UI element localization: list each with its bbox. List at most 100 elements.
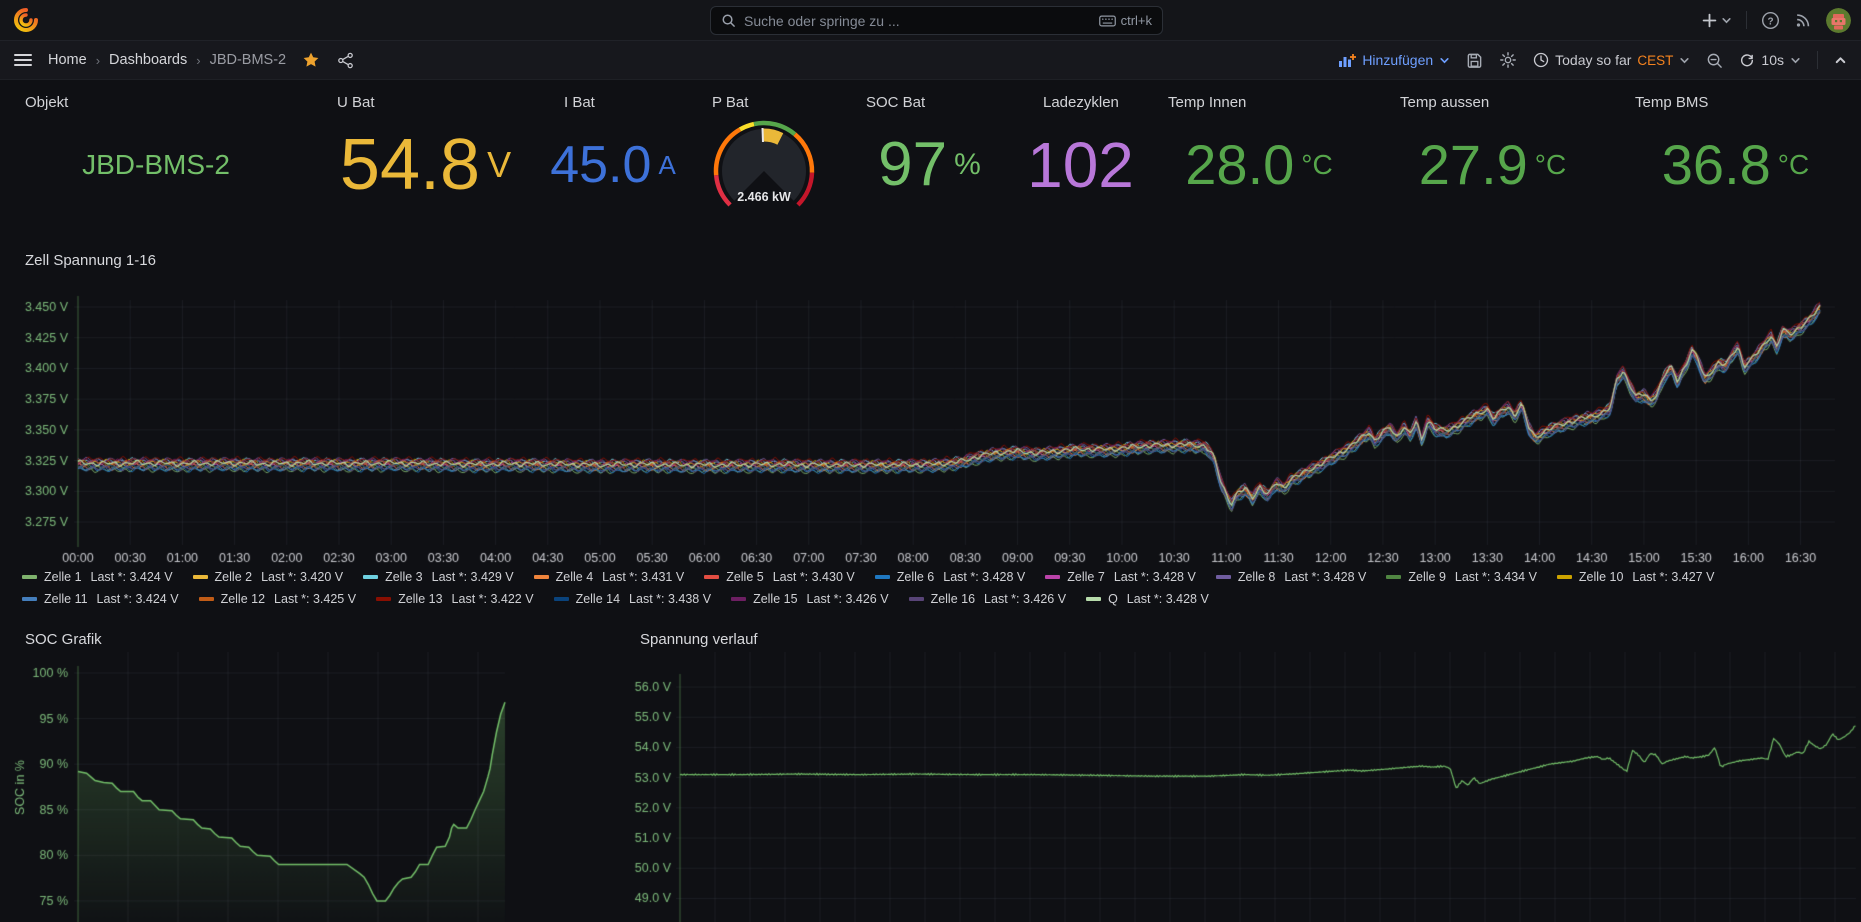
stats-row: Objekt JBD-BMS-2 U Bat 54.8V I Bat 45.0A… (0, 81, 1861, 209)
legend-item[interactable]: QLast *: 3.428 V (1086, 592, 1209, 606)
panel-title[interactable]: SOC Bat (866, 94, 925, 111)
save-dashboard-button[interactable] (1466, 52, 1483, 69)
legend-series-name: Zelle 11 (44, 592, 88, 606)
legend-swatch (554, 597, 569, 601)
gauge-value: 2.466 kW (737, 190, 791, 204)
gear-icon (1499, 51, 1517, 69)
breadcrumb-home[interactable]: Home (48, 52, 87, 68)
zoom-out-button[interactable] (1706, 52, 1723, 69)
legend-item[interactable]: Zelle 13Last *: 3.422 V (376, 592, 534, 606)
panel-title[interactable]: P Bat (712, 94, 748, 111)
legend-last-value: Last *: 3.426 V (984, 592, 1066, 606)
panel-title[interactable]: Temp aussen (1400, 94, 1489, 111)
top-nav-bar: Suche oder springe zu ... ctrl+k (0, 0, 1861, 41)
panel-title[interactable]: Temp BMS (1635, 94, 1708, 111)
legend-item[interactable]: Zelle 4Last *: 3.431 V (534, 570, 685, 584)
news-button[interactable] (1794, 11, 1812, 29)
stat-value: 97% (841, 127, 1018, 203)
legend-row: Zelle 11Last *: 3.424 V Zelle 12Last *: 3… (22, 588, 1852, 610)
panel-title-zell-spannung[interactable]: Zell Spannung 1-16 (25, 252, 156, 269)
legend-item[interactable]: Zelle 16 Last *: 3.426 V (909, 592, 1067, 606)
new-button[interactable] (1702, 13, 1732, 28)
panel-title[interactable]: Ladezyklen (1043, 94, 1119, 111)
stat-panel-i-bat: I Bat 45.0A (539, 81, 687, 209)
refresh-icon (1739, 52, 1755, 68)
user-avatar[interactable] (1826, 8, 1851, 33)
legend-swatch (363, 575, 378, 579)
legend-series-name: Zelle 1 (44, 570, 82, 584)
stat-value: 27.9°C (1375, 127, 1610, 203)
panel-title[interactable]: Objekt (25, 94, 68, 111)
legend-item[interactable]: Zelle 15Last *: 3.426 V (731, 592, 889, 606)
legend-last-value: Last *: 3.428 V (943, 570, 1025, 584)
legend-series-name: Q (1108, 592, 1118, 606)
legend-item[interactable]: Zelle 9Last *: 3.434 V (1386, 570, 1537, 584)
legend-series-name: Zelle 16 (931, 592, 975, 606)
dashboard-toolbar: Home › Dashboards › JBD-BMS-2 (0, 41, 1861, 80)
question-circle-icon: ? (1761, 11, 1780, 30)
chevron-up-icon (1834, 54, 1847, 67)
legend-series-name: Zelle 9 (1408, 570, 1446, 584)
save-icon (1466, 52, 1483, 69)
legend-swatch (1386, 575, 1401, 579)
legend-swatch (704, 575, 719, 579)
legend-last-value: Last *: 3.428 V (1114, 570, 1196, 584)
refresh-picker[interactable]: 10s (1739, 52, 1801, 68)
legend-row: Zelle 1Last *: 3.424 V Zelle 2 Last *: 3.4… (22, 566, 1852, 588)
legend-item[interactable]: Zelle 10Last *: 3.427 V (1557, 570, 1715, 584)
legend-swatch (534, 575, 549, 579)
breadcrumb-dashboards[interactable]: Dashboards (109, 52, 187, 68)
voltage-chart[interactable] (626, 652, 1861, 922)
panel-title[interactable]: I Bat (564, 94, 595, 111)
search-shortcut: ctrl+k (1099, 13, 1152, 28)
clock-icon (1533, 52, 1549, 68)
search-icon (721, 13, 736, 28)
legend-swatch (22, 597, 37, 601)
add-panel-button[interactable]: Hinzufügen (1338, 52, 1450, 68)
timezone-label: CEST (1637, 53, 1673, 68)
legend-item[interactable]: Zelle 2 Last *: 3.420 V (193, 570, 344, 584)
legend-item[interactable]: Zelle 3Last *: 3.429 V (363, 570, 514, 584)
search-input[interactable]: Suche oder springe zu ... ctrl+k (710, 6, 1163, 35)
panel-title[interactable]: Temp Innen (1168, 94, 1246, 111)
panel-title[interactable]: U Bat (337, 94, 375, 111)
legend-item[interactable]: Zelle 1Last *: 3.424 V (22, 570, 173, 584)
legend-item[interactable]: Zelle 11Last *: 3.424 V (22, 592, 179, 606)
legend-last-value: Last *: 3.429 V (432, 570, 514, 584)
panel-title-soc-grafik[interactable]: SOC Grafik (25, 631, 102, 648)
cell-voltage-chart[interactable] (8, 288, 1853, 566)
stat-panel-u-bat: U Bat 54.8V (312, 81, 539, 209)
legend-series-name: Zelle 2 (215, 570, 253, 584)
stat-value: 102 (1018, 127, 1143, 203)
grafana-logo-icon[interactable] (13, 7, 39, 33)
stat-value: 54.8V (312, 127, 539, 203)
stat-panel-objekt: Objekt JBD-BMS-2 (0, 81, 312, 209)
favorite-star-icon[interactable] (302, 51, 320, 69)
legend-last-value: Last *: 3.422 V (452, 592, 534, 606)
divider (1817, 51, 1818, 69)
zoom-out-icon (1706, 52, 1723, 69)
add-panel-icon (1338, 53, 1356, 68)
time-range-picker[interactable]: Today so far CEST (1533, 52, 1690, 68)
soc-chart[interactable] (8, 652, 513, 922)
keyboard-icon (1099, 15, 1116, 27)
legend-last-value: Last *: 3.425 V (274, 592, 356, 606)
legend-item[interactable]: Zelle 14Last *: 3.438 V (554, 592, 712, 606)
legend-item[interactable]: Zelle 8Last *: 3.428 V (1216, 570, 1367, 584)
legend-last-value: Last *: 3.428 V (1284, 570, 1366, 584)
breadcrumb: Home › Dashboards › JBD-BMS-2 (48, 51, 354, 69)
legend-item[interactable]: Zelle 12Last *: 3.425 V (199, 592, 357, 606)
dashboard-settings-button[interactable] (1499, 51, 1517, 69)
legend-item[interactable]: Zelle 5Last *: 3.430 V (704, 570, 855, 584)
help-button[interactable]: ? (1761, 11, 1780, 30)
legend-last-value: Last *: 3.420 V (261, 570, 343, 584)
stat-value: 45.0A (539, 127, 687, 203)
legend-series-name: Zelle 7 (1067, 570, 1105, 584)
panel-title-spannung-verlauf[interactable]: Spannung verlauf (640, 631, 758, 648)
search-placeholder: Suche oder springe zu ... (744, 13, 1099, 29)
legend-item[interactable]: Zelle 6Last *: 3.428 V (875, 570, 1026, 584)
mega-menu-button[interactable] (14, 53, 32, 67)
legend-item[interactable]: Zelle 7 Last *: 3.428 V (1045, 570, 1196, 584)
collapse-toolbar-button[interactable] (1834, 54, 1847, 67)
share-icon[interactable] (337, 52, 354, 69)
